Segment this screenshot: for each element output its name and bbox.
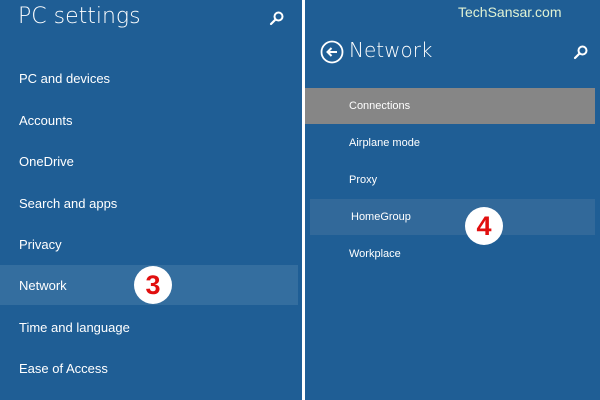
nav-item-privacy[interactable]: Privacy: [0, 224, 298, 264]
watermark: TechSansar.com: [458, 4, 562, 20]
nav-item-label: Accounts: [19, 112, 73, 128]
network-item-label: Workplace: [349, 248, 401, 260]
network-item-homegroup[interactable]: HomeGroup: [310, 199, 595, 235]
nav-item-search-and-apps[interactable]: Search and apps: [0, 183, 298, 223]
network-item-proxy[interactable]: Proxy: [305, 162, 595, 198]
step-badge-3: 3: [134, 266, 172, 304]
nav-item-label: Search and apps: [19, 195, 118, 211]
network-item-label: Proxy: [349, 174, 378, 186]
network-item-label: Connections: [349, 100, 411, 112]
nav-item-label: Network: [19, 277, 67, 293]
nav-item-label: OneDrive: [19, 153, 74, 169]
pc-settings-panel: PC settings PC and devices Accounts OneD…: [0, 0, 302, 400]
search-icon[interactable]: [269, 10, 285, 26]
network-item-label: HomeGroup: [351, 211, 411, 223]
nav-item-label: Privacy: [19, 236, 62, 252]
back-arrow-icon[interactable]: [320, 40, 344, 64]
network-panel: Network Connections Airplane mode Proxy …: [305, 0, 600, 400]
nav-item-label: PC and devices: [19, 70, 111, 86]
nav-item-label: Ease of Access: [19, 360, 108, 376]
pc-settings-title: PC settings: [18, 4, 141, 29]
network-item-label: Airplane mode: [349, 137, 420, 149]
nav-item-accounts[interactable]: Accounts: [0, 100, 298, 140]
network-title: Network: [349, 38, 433, 62]
nav-item-label: Time and language: [19, 319, 130, 335]
network-item-connections[interactable]: Connections: [305, 88, 595, 124]
search-icon[interactable]: [573, 44, 589, 60]
nav-item-time-and-language[interactable]: Time and language: [0, 307, 298, 347]
nav-item-ease-of-access[interactable]: Ease of Access: [0, 348, 298, 388]
network-item-airplane-mode[interactable]: Airplane mode: [305, 125, 595, 161]
nav-item-pc-and-devices[interactable]: PC and devices: [0, 58, 298, 98]
step-badge-4: 4: [465, 207, 503, 245]
nav-item-onedrive[interactable]: OneDrive: [0, 141, 298, 181]
network-item-workplace[interactable]: Workplace: [305, 236, 595, 272]
